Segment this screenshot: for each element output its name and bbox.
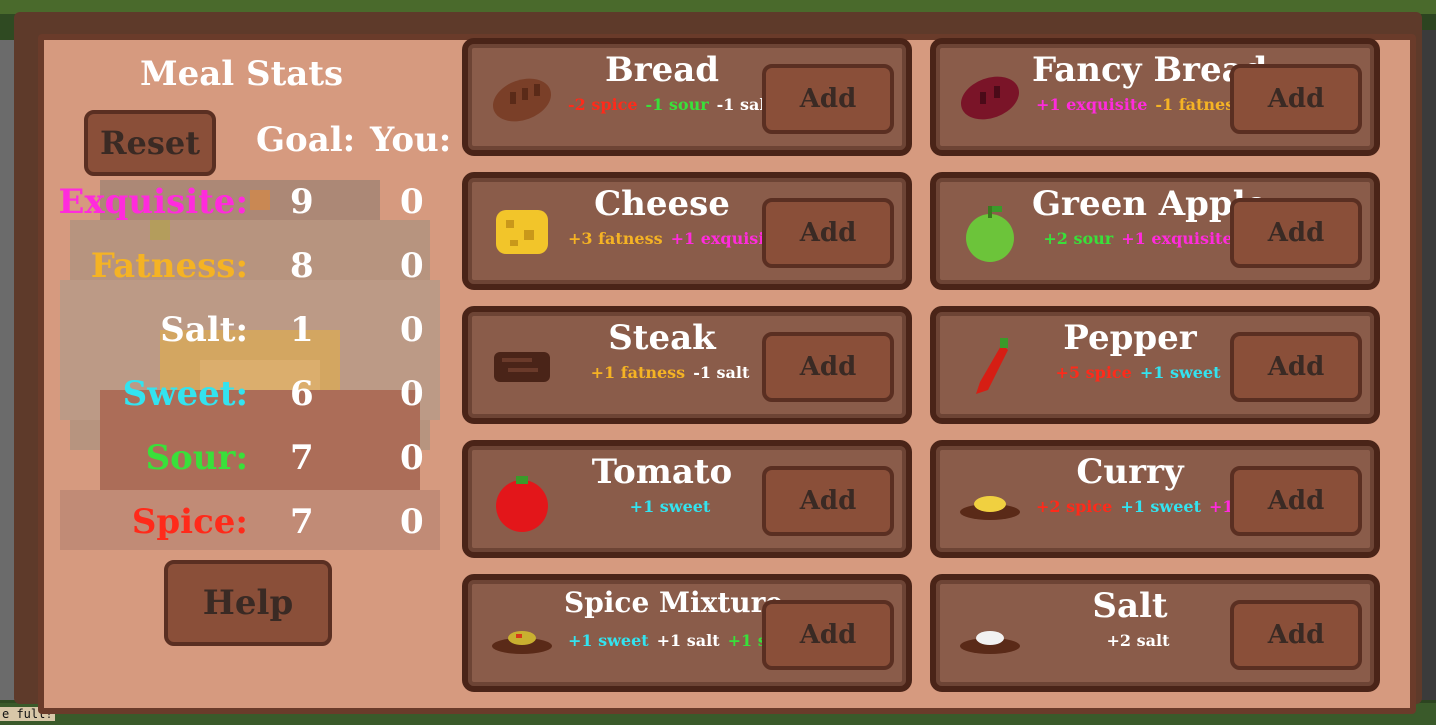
salt-icon bbox=[958, 602, 1022, 666]
add-button[interactable]: Add bbox=[1230, 64, 1362, 134]
add-button[interactable]: Add bbox=[762, 198, 894, 268]
add-button[interactable]: Add bbox=[1230, 600, 1362, 670]
stat-goal-value: 7 bbox=[290, 502, 314, 542]
item-effects: +2 salt bbox=[1032, 630, 1244, 652]
stat-label: Salt: bbox=[160, 310, 248, 350]
item-effects: +1 fatness -1 salt bbox=[564, 362, 776, 384]
effect-label: +1 sweet bbox=[1120, 497, 1201, 516]
item-effects: +1 sweet+1 salt+1 sour+1 spice bbox=[564, 630, 882, 652]
effect-label: +1 sweet bbox=[629, 497, 711, 516]
stat-row: Spice: 7 0 bbox=[40, 502, 460, 558]
effect-label: +1 exquisite bbox=[1121, 229, 1233, 248]
effect-label: +2 spice bbox=[1036, 497, 1113, 516]
add-button[interactable]: Add bbox=[1230, 332, 1362, 402]
item-effects: +1 exquisite -1 fatness bbox=[1032, 94, 1244, 116]
effect-label: -1 salt bbox=[693, 363, 750, 382]
item-card: Bread-2 spice-1 sour-1 salt-1 exquisiteA… bbox=[462, 38, 912, 156]
item-name: Tomato bbox=[591, 452, 733, 492]
item-effects: +3 fatness +1 exquisite bbox=[564, 228, 782, 250]
stat-label: Exquisite: bbox=[58, 182, 248, 222]
stat-you-value: 0 bbox=[400, 438, 424, 478]
fancy-bread-icon bbox=[958, 66, 1022, 130]
item-card: Spice Mixture+1 sweet+1 salt+1 sour+1 sp… bbox=[462, 574, 912, 692]
stat-goal-value: 6 bbox=[290, 374, 314, 414]
item-card: Tomato +1 sweet Add bbox=[462, 440, 912, 558]
effect-label: +2 salt bbox=[1106, 631, 1170, 650]
item-effects: +5 spice +1 sweet bbox=[1032, 362, 1244, 384]
tomato-icon bbox=[490, 468, 554, 532]
stat-row: Sweet: 6 0 bbox=[40, 374, 460, 430]
spice-mixture-icon bbox=[490, 602, 554, 666]
stat-label: Spice: bbox=[131, 502, 248, 542]
stat-goal-value: 1 bbox=[290, 310, 314, 350]
you-header: You: bbox=[370, 120, 452, 160]
item-name: Cheese bbox=[594, 184, 730, 224]
effect-label: +2 sour bbox=[1043, 229, 1114, 248]
item-name: Green Apple bbox=[1032, 184, 1268, 224]
help-button[interactable]: Help bbox=[164, 560, 332, 646]
item-card: Curry+2 spice+1 sweet+1 exquisiteAdd bbox=[930, 440, 1380, 558]
effect-label: +5 spice bbox=[1055, 363, 1132, 382]
stat-you-value: 0 bbox=[400, 374, 424, 414]
pepper-icon bbox=[958, 334, 1022, 398]
stat-row: Sour: 7 0 bbox=[40, 438, 460, 494]
stat-label: Sour: bbox=[145, 438, 248, 478]
item-name: Steak bbox=[608, 318, 716, 358]
effect-label: +3 fatness bbox=[568, 229, 663, 248]
add-button[interactable]: Add bbox=[1230, 198, 1362, 268]
add-button[interactable]: Add bbox=[1230, 466, 1362, 536]
item-name: Salt bbox=[1092, 586, 1168, 626]
item-name: Spice Mixture bbox=[564, 586, 784, 619]
stat-you-value: 0 bbox=[400, 502, 424, 542]
add-button[interactable]: Add bbox=[762, 64, 894, 134]
effect-label: +1 salt bbox=[656, 631, 720, 650]
effect-label: +1 sweet bbox=[1139, 363, 1221, 382]
add-button[interactable]: Add bbox=[762, 600, 894, 670]
green-apple-icon bbox=[958, 200, 1022, 264]
goal-header: Goal: bbox=[256, 120, 356, 160]
stat-you-value: 0 bbox=[400, 182, 424, 222]
item-card: Green Apple +2 sour +1 exquisite Add bbox=[930, 172, 1380, 290]
effect-label: +1 sweet bbox=[568, 631, 649, 650]
stat-goal-value: 9 bbox=[290, 182, 314, 222]
item-card: Fancy Bread +1 exquisite -1 fatness Add bbox=[930, 38, 1380, 156]
curry-icon bbox=[958, 468, 1022, 532]
bread-icon bbox=[490, 66, 554, 130]
stat-row: Salt: 1 0 bbox=[40, 310, 460, 366]
item-effects: +1 sweet bbox=[564, 496, 776, 518]
item-card: Salt +2 salt Add bbox=[930, 574, 1380, 692]
stat-goal-value: 8 bbox=[290, 246, 314, 286]
effect-label: -2 spice bbox=[568, 95, 638, 114]
stat-row: Exquisite: 9 0 bbox=[40, 182, 460, 238]
add-button[interactable]: Add bbox=[762, 466, 894, 536]
item-effects: +2 spice+1 sweet+1 exquisite bbox=[1032, 496, 1320, 518]
item-effects: -2 spice-1 sour-1 salt-1 exquisite bbox=[564, 94, 885, 116]
stat-goal-value: 7 bbox=[290, 438, 314, 478]
item-name: Bread bbox=[604, 50, 720, 90]
item-card: Steak +1 fatness -1 salt Add bbox=[462, 306, 912, 424]
stat-row: Fatness: 8 0 bbox=[40, 246, 460, 302]
stat-label: Fatness: bbox=[90, 246, 248, 286]
item-effects: +2 sour +1 exquisite bbox=[1032, 228, 1244, 250]
steak-icon bbox=[490, 334, 554, 398]
item-name: Pepper bbox=[1063, 318, 1197, 358]
item-name: Curry bbox=[1076, 452, 1184, 492]
item-card: Cheese +3 fatness +1 exquisite Add bbox=[462, 172, 912, 290]
effect-label: -1 sour bbox=[645, 95, 709, 114]
stat-you-value: 0 bbox=[400, 246, 424, 286]
stat-you-value: 0 bbox=[400, 310, 424, 350]
effect-label: +1 fatness bbox=[590, 363, 686, 382]
effect-label: +1 exquisite bbox=[1036, 95, 1148, 114]
stat-label: Sweet: bbox=[122, 374, 248, 414]
add-button[interactable]: Add bbox=[762, 332, 894, 402]
item-card: Pepper +5 spice +1 sweet Add bbox=[930, 306, 1380, 424]
cheese-icon bbox=[490, 200, 554, 264]
item-name: Fancy Bread bbox=[1032, 50, 1268, 90]
page-title: Meal Stats bbox=[140, 54, 344, 94]
